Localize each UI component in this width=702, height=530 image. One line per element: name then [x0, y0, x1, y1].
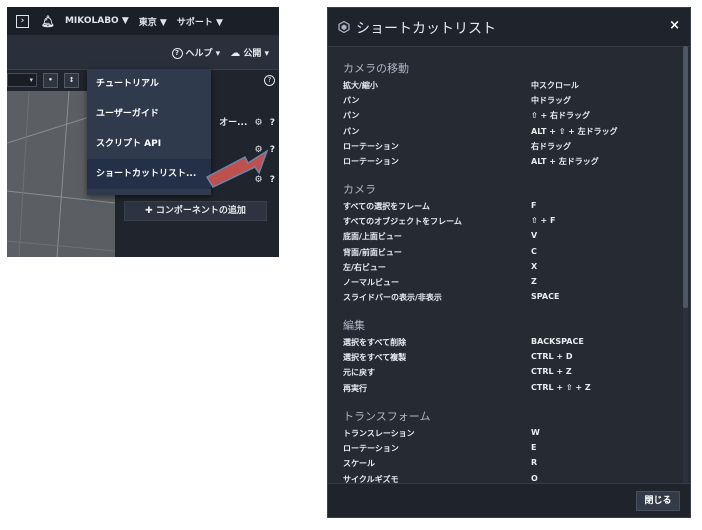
workspace-menu[interactable]: MIKOLABO ▼	[65, 16, 129, 26]
shortcut-key: ALT + 左ドラッグ	[531, 157, 599, 166]
shortcut-key: CTRL + ⇧ + Z	[531, 382, 591, 392]
shortcut-action: すべての選択をフレーム	[343, 202, 430, 211]
shortcut-action: 元に戻す	[343, 368, 375, 378]
dialog-title: ショートカットリスト	[356, 21, 496, 37]
shortcut-list[interactable]: カメラの移動 拡大/縮小 中スクロール パン 中ドラッグ パン ⇧ + 右ドラッグ パン ALT…	[328, 46, 684, 483]
shortcut-action: ローテーション	[343, 157, 399, 166]
shortcut-action: 底面/上面ビュー	[343, 232, 402, 242]
shortcut-key: 中スクロール	[531, 81, 579, 90]
menu-item-tutorial[interactable]: チュートリアル	[87, 69, 211, 99]
shortcut-action: パン	[343, 96, 360, 106]
scrollbar-thumb[interactable]	[683, 46, 688, 308]
shortcut-action: 背面/前面ビュー	[343, 247, 402, 257]
cloud-upload-icon: ☁︎	[230, 47, 241, 59]
shortcut-action: ローテーション	[343, 444, 399, 454]
menu-item-user-guide[interactable]: ユーザーガイド	[87, 99, 211, 129]
dropdown-caret-icon: ▾	[29, 76, 33, 84]
section-title: カメラ	[343, 183, 376, 196]
shortcut-action: 再実行	[343, 383, 367, 393]
shortcut-action: サイクルギズモ	[343, 474, 399, 483]
pointer-arrow-icon	[205, 149, 269, 188]
shortcut-action: パン	[343, 111, 360, 121]
shortcut-action: 選択をすべて削除	[343, 338, 407, 347]
add-component-label: コンポーネントの追加	[155, 206, 246, 216]
shortcut-key: ⇧ + F	[531, 216, 556, 226]
help-icon[interactable]: ?	[270, 118, 275, 128]
support-menu[interactable]: サポート ▼	[177, 15, 223, 28]
add-component-button[interactable]: ✚ コンポーネントの追加	[124, 201, 267, 221]
section-title: カメラの移動	[343, 62, 409, 75]
help-dropdown-menu: チュートリアル ユーザーガイド スクリプト API ショートカットリスト...	[87, 69, 211, 195]
editor-topbar: › 🔔︎ MIKOLABO ▼ 東京 ▼ サポート ▼	[7, 7, 279, 35]
editor-secondbar: ? ヘルプ ▾ ☁︎ 公開 ▾	[7, 35, 279, 70]
shortcut-action: ノーマルビュー	[343, 278, 399, 287]
shortcut-key: BACKSPACE	[531, 337, 584, 346]
menu-item-shortcut-list[interactable]: ショートカットリスト...	[87, 159, 211, 189]
shortcut-key: 中ドラッグ	[531, 96, 571, 106]
shortcut-key: V	[531, 231, 538, 241]
shortcut-key: Z	[531, 277, 537, 286]
shortcut-dialog: ショートカットリスト × カメラの移動 拡大/縮小 中スクロール パン 中ドラッグ パン ⇧…	[327, 7, 691, 518]
shortcut-action: スケール	[343, 459, 375, 469]
shortcut-action: パン	[343, 126, 360, 136]
shortcut-action: 拡大/縮小	[343, 81, 378, 90]
dialog-footer: 閉じる	[328, 483, 690, 517]
shortcut-key: ⇧ + 右ドラッグ	[531, 111, 590, 121]
component-name: オー...	[219, 118, 248, 128]
gear-icon[interactable]: ⚙	[255, 118, 263, 128]
viewport-dropdown[interactable]: ▾	[7, 73, 37, 87]
close-icon[interactable]: ×	[669, 18, 680, 33]
dialog-header: ショートカットリスト ×	[328, 8, 690, 47]
shortcut-action: トランスレーション	[343, 429, 415, 438]
help-label: ヘルプ ▾	[185, 48, 221, 59]
snap-toggle-button[interactable]: •	[43, 72, 58, 88]
editor-crop: › 🔔︎ MIKOLABO ▼ 東京 ▼ サポート ▼ ? ヘルプ ▾ ☁︎ 公開…	[7, 7, 279, 257]
shortcut-key: CTRL + Z	[531, 367, 572, 377]
region-menu[interactable]: 東京 ▼	[139, 15, 167, 28]
section-title: 編集	[343, 319, 365, 332]
menu-item-script-api[interactable]: スクリプト API	[87, 129, 211, 159]
shortcut-key: CTRL + D	[531, 352, 573, 362]
shortcut-key: ALT + ⇧ + 左ドラッグ	[531, 126, 618, 136]
shortcut-key: 右ドラッグ	[531, 141, 571, 151]
shortcut-key: O	[531, 473, 538, 483]
shortcut-key: W	[531, 428, 540, 437]
shortcut-action: スライドバーの表示/非表示	[343, 293, 442, 303]
section-title: トランスフォーム	[343, 410, 431, 423]
local-toggle-button[interactable]: ↕	[64, 72, 79, 88]
publish-label: 公開 ▾	[243, 48, 269, 59]
help-menu-button[interactable]: ? ヘルプ ▾	[171, 46, 221, 59]
terminal-icon[interactable]: ›	[16, 14, 29, 28]
app-logo-icon	[338, 21, 350, 33]
shortcut-key: F	[531, 201, 537, 210]
close-button[interactable]: 閉じる	[636, 491, 680, 511]
shortcut-key: SPACE	[531, 292, 560, 302]
shortcut-action: すべてのオブジェクトをフレーム	[343, 217, 462, 227]
inspector-row-1[interactable]: オー... ⚙ ?	[219, 115, 275, 128]
bell-icon[interactable]: 🔔︎	[41, 15, 55, 28]
shortcut-action: ローテーション	[343, 141, 399, 151]
publish-menu-button[interactable]: ☁︎ 公開 ▾	[230, 46, 269, 59]
shortcut-key: C	[531, 246, 537, 256]
help-icon: ?	[171, 47, 183, 59]
plus-icon: ✚	[145, 206, 153, 216]
shortcut-action: 選択をすべて複製	[343, 353, 407, 363]
shortcut-action: 左/右ビュー	[343, 262, 386, 272]
inspector-help-icon[interactable]: ?	[264, 75, 275, 86]
shortcut-key: R	[531, 458, 538, 468]
shortcut-key: E	[531, 443, 537, 453]
shortcut-key: X	[531, 261, 538, 271]
